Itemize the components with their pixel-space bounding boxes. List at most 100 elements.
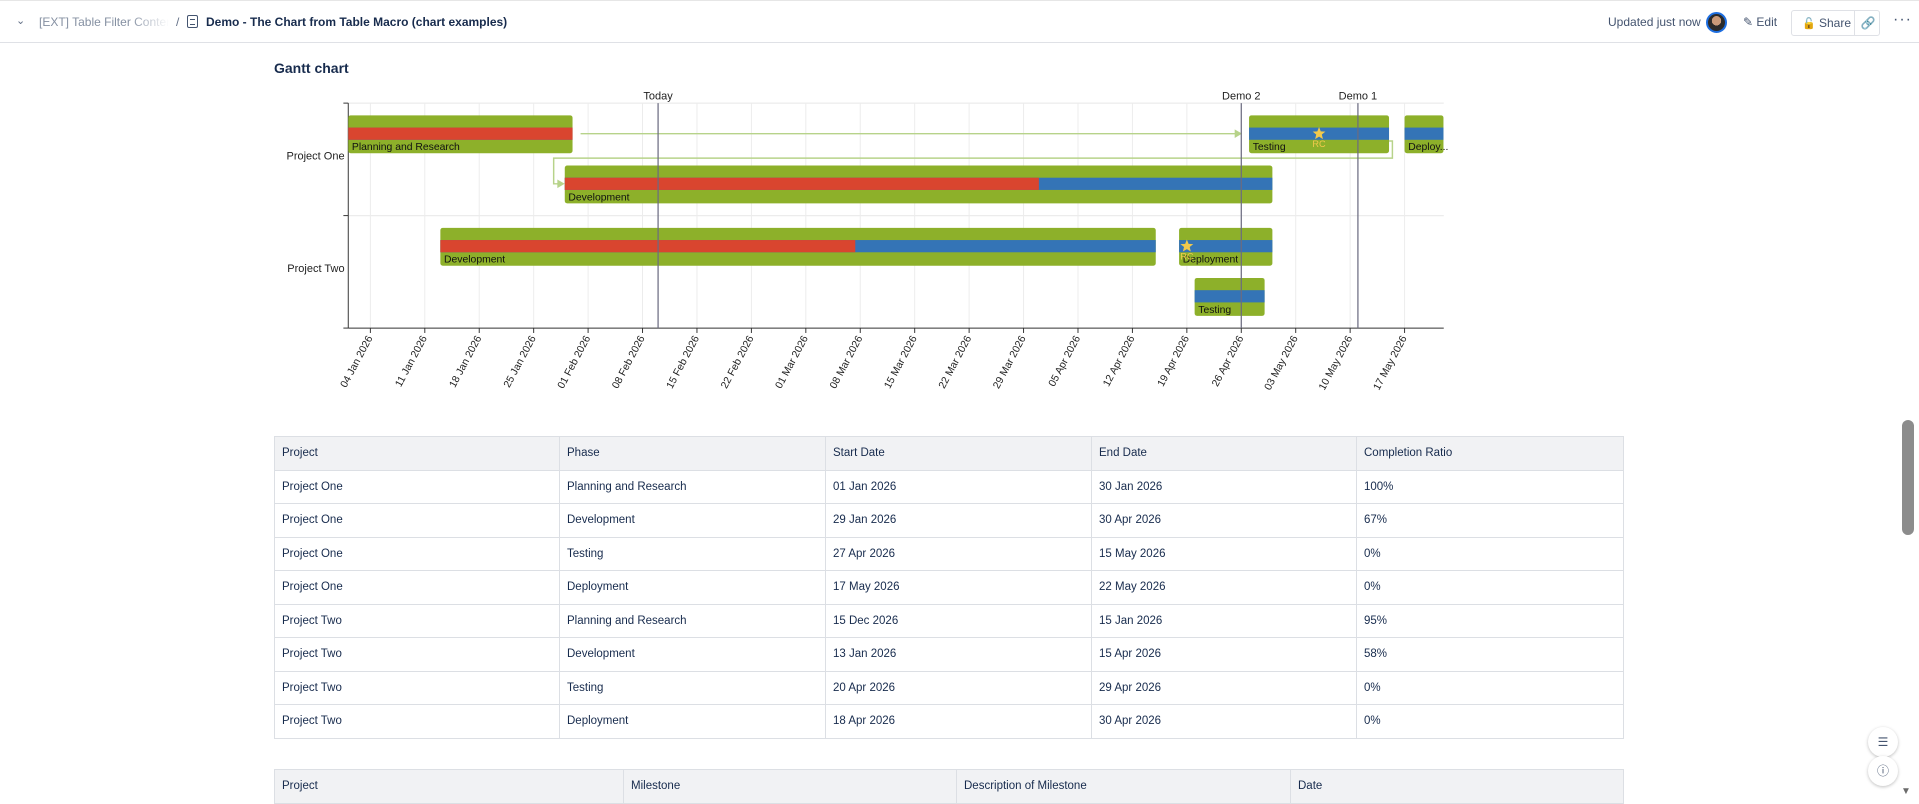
table-cell: Planning and Research	[559, 603, 826, 638]
table-cell: 18 Apr 2026	[825, 704, 1092, 739]
top-bar: ⌄ [EXT] Table Filter Content / Demo - Th…	[0, 0, 1919, 43]
share-button[interactable]: Share	[1819, 16, 1851, 30]
section-title: Gantt chart	[274, 60, 349, 76]
phases-table: Project Phase Start Date End Date Completion…	[274, 436, 1624, 739]
milestone-label: RC	[1312, 139, 1326, 149]
table-cell: Testing	[559, 670, 826, 705]
y-category-label: Project One	[287, 150, 345, 162]
info-icon[interactable]: ⓘ	[1868, 756, 1898, 786]
table-cell: Project One	[274, 570, 560, 605]
scroll-down-arrow-icon[interactable]: ▼	[1901, 786, 1911, 797]
x-tick-label: 11 Jan 2026	[394, 334, 430, 389]
share-group: 🔓 Share 🔗	[1791, 10, 1880, 36]
column-header: Completion Ratio	[1356, 436, 1624, 471]
remaining-stripe	[1404, 127, 1444, 140]
column-header: Start Date	[825, 436, 1092, 471]
column-header: Date	[1290, 769, 1624, 804]
x-tick-label: 17 May 2026	[1372, 334, 1410, 392]
table-row: Project One Development 29 Jan 2026 30 Apr …	[274, 503, 1624, 538]
x-tick-label: 22 Mar 2026	[937, 334, 974, 391]
progress-stripe	[564, 177, 1039, 190]
table-cell: Project One	[274, 469, 560, 504]
table-cell: 01 Jan 2026	[825, 469, 1092, 504]
table-cell: Development	[559, 637, 826, 672]
bar-label: Planning and Research	[352, 142, 460, 153]
x-tick-label: 01 Feb 2026	[556, 334, 593, 391]
column-header: Phase	[559, 436, 826, 471]
updated-status: Updated just now	[1608, 15, 1701, 29]
avatar[interactable]	[1706, 12, 1727, 33]
table-cell: Deployment	[559, 704, 826, 739]
scrollbar-thumb[interactable]	[1902, 420, 1914, 535]
table-cell: Project Two	[274, 670, 560, 705]
table-cell: 27 Apr 2026	[825, 536, 1092, 571]
table-cell: Testing	[559, 536, 826, 571]
x-tick-label: 01 Mar 2026	[774, 334, 811, 391]
marker-label: Today	[643, 90, 673, 102]
x-tick-label: 29 Mar 2026	[992, 334, 1029, 391]
table-cell: 95%	[1356, 603, 1624, 638]
table-cell: 29 Apr 2026	[1091, 670, 1357, 705]
table-cell: 30 Apr 2026	[1091, 704, 1357, 739]
table-cell: 100%	[1356, 469, 1624, 504]
page-icon	[187, 15, 198, 28]
progress-stripe	[348, 127, 573, 140]
table-row: Project Two Development 13 Jan 2026 15 Apr …	[274, 637, 1624, 672]
x-tick-label: 22 Feb 2026	[719, 334, 756, 391]
x-tick-label: 08 Feb 2026	[611, 334, 648, 391]
x-tick-label: 19 Apr 2026	[1156, 334, 1192, 389]
edit-button[interactable]: ✎ Edit	[1743, 15, 1777, 29]
table-cell: Planning and Research	[559, 469, 826, 504]
table-cell: Development	[559, 503, 826, 538]
edit-label: Edit	[1756, 15, 1778, 29]
bar-label: Development	[444, 255, 505, 266]
breadcrumb-page[interactable]: Demo - The Chart from Table Macro (chart…	[206, 15, 507, 29]
table-cell: 15 Jan 2026	[1091, 603, 1357, 638]
bar-label: Testing	[1198, 305, 1231, 316]
lock-icon: 🔓	[1802, 18, 1816, 30]
arrowhead	[557, 179, 565, 189]
comment-icon[interactable]: ☰	[1868, 727, 1898, 757]
column-header: End Date	[1091, 436, 1357, 471]
table-cell: 15 Apr 2026	[1091, 637, 1357, 672]
table-cell: 15 Dec 2026	[825, 603, 1092, 638]
remaining-stripe	[1194, 290, 1265, 303]
table-cell: Project One	[274, 536, 560, 571]
table-row: Project Two Testing 20 Apr 2026 29 Apr 2026…	[274, 670, 1624, 705]
table-cell: 13 Jan 2026	[825, 637, 1092, 672]
x-tick-label: 04 Jan 2026	[339, 334, 376, 390]
marker-label: Demo 2	[1222, 90, 1261, 102]
milestones-table: Project Milestone Description of Milestone…	[274, 769, 1624, 804]
table-cell: 29 Jan 2026	[825, 503, 1092, 538]
column-header: Project	[274, 436, 560, 471]
table-cell: 0%	[1356, 536, 1624, 571]
breadcrumb-parent[interactable]: [EXT] Table Filter Content	[39, 15, 169, 29]
table-cell: 30 Apr 2026	[1091, 503, 1357, 538]
column-header: Project	[274, 769, 624, 804]
chevron-down-icon[interactable]: ⌄	[16, 14, 25, 27]
breadcrumb-separator: /	[176, 15, 180, 29]
table-row: Project Two Deployment 18 Apr 2026 30 Apr 2…	[274, 704, 1624, 739]
table-cell: 30 Jan 2026	[1091, 469, 1357, 504]
x-tick-label: 15 Mar 2026	[883, 334, 920, 391]
table-cell: 15 May 2026	[1091, 536, 1357, 571]
x-tick-label: 08 Mar 2026	[828, 334, 865, 391]
table-row: Project Two Planning and Research 15 Dec 2…	[274, 603, 1624, 638]
table-cell: 20 Apr 2026	[825, 670, 1092, 705]
bar-label: Development	[568, 192, 629, 203]
x-tick-label: 05 Apr 2026	[1047, 334, 1083, 389]
bar-label: Testing	[1253, 142, 1286, 153]
table-cell: 0%	[1356, 570, 1624, 605]
x-tick-label: 10 May 2026	[1317, 334, 1355, 392]
remaining-stripe	[1179, 240, 1273, 253]
progress-stripe	[440, 240, 856, 253]
table-cell: 67%	[1356, 503, 1624, 538]
table-cell: Project Two	[274, 637, 560, 672]
x-tick-label: 26 Apr 2026	[1210, 334, 1246, 389]
x-tick-label: 15 Feb 2026	[665, 334, 702, 391]
more-options-icon[interactable]: ···	[1893, 11, 1912, 29]
table-cell: 17 May 2026	[825, 570, 1092, 605]
table-cell: 58%	[1356, 637, 1624, 672]
gantt-chart: 04 Jan 2026 11 Jan 2026 18 Jan 2026 25 Jan …	[287, 90, 1449, 392]
copy-link-icon[interactable]: 🔗	[1854, 11, 1881, 35]
